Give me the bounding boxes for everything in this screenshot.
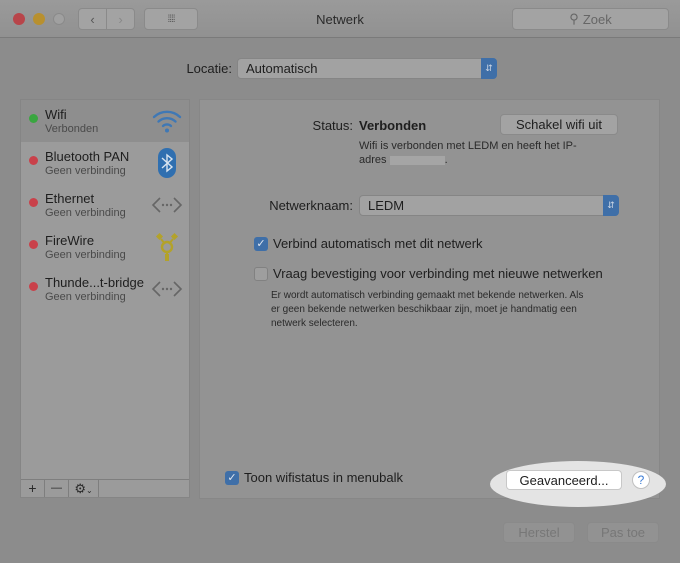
service-status: Geen verbinding	[45, 249, 126, 261]
thunderbolt-bridge-icon	[151, 274, 183, 304]
service-status: Geen verbinding	[45, 165, 126, 177]
service-name: Ethernet	[45, 191, 95, 206]
ethernet-icon	[151, 190, 183, 220]
show-wifi-status-checkbox[interactable]: ✓ Toon wifistatus in menubalk	[225, 470, 403, 485]
status-dot	[29, 198, 38, 207]
status-label: Status:	[312, 118, 353, 133]
advanced-button[interactable]: Geavanceerd...	[506, 470, 622, 490]
ask-to-join-label: Vraag bevestiging voor verbinding met ni…	[273, 266, 603, 281]
search-placeholder: Zoek	[582, 11, 612, 27]
stepper-icon: ⇵	[603, 195, 619, 216]
redacted-ip	[389, 155, 445, 165]
network-name-popup[interactable]: LEDM ⇵	[359, 195, 619, 216]
search-field[interactable]: ⚲ Zoek	[512, 8, 669, 30]
status-desc-line: adres	[359, 154, 387, 166]
status-description: Wifi is verbonden met LEDM en heeft het …	[359, 140, 577, 166]
service-item[interactable]: Thunde...t-bridge Geen verbinding	[21, 268, 189, 310]
title-bar: ‹ › ⁞⁞⁞⁞ Netwerk ⚲ Zoek	[0, 0, 680, 38]
service-status: Verbonden	[45, 123, 99, 135]
service-status: Geen verbinding	[45, 291, 126, 303]
stepper-icon: ⇵	[481, 58, 497, 79]
apply-button[interactable]: Pas toe	[587, 522, 659, 543]
action-menu-button[interactable]: ⚙⌄	[69, 480, 99, 497]
show-wifi-status-label: Toon wifistatus in menubalk	[244, 470, 403, 485]
status-dot	[29, 114, 38, 123]
status-dot	[29, 282, 38, 291]
help-button[interactable]: ?	[632, 471, 650, 489]
network-name-label: Netwerknaam:	[269, 198, 353, 213]
remove-service-button[interactable]: —	[45, 480, 69, 497]
service-status: Geen verbinding	[45, 207, 126, 219]
checkbox-box	[254, 266, 268, 281]
service-name: FireWire	[45, 233, 95, 248]
location-label: Locatie:	[186, 61, 232, 76]
service-item[interactable]: Bluetooth PAN Geen verbinding	[21, 142, 189, 184]
firewire-icon	[151, 232, 183, 262]
checkmark-icon: ✓	[254, 236, 268, 251]
network-name-value: LEDM	[368, 198, 405, 213]
service-name: Thunde...t-bridge	[45, 275, 145, 290]
location-popup[interactable]: Automatisch ⇵	[237, 58, 497, 79]
service-item[interactable]: Wifi Verbonden	[21, 100, 189, 142]
chevron-down-icon: ⌄	[85, 486, 93, 495]
add-service-button[interactable]: +	[21, 480, 45, 497]
location-value: Automatisch	[246, 61, 318, 76]
bluetooth-icon	[151, 148, 183, 178]
service-name: Bluetooth PAN	[45, 149, 130, 164]
ask-to-join-description: Er wordt automatisch verbinding gemaakt …	[271, 289, 583, 331]
status-value: Verbonden	[359, 118, 427, 133]
search-icon: ⚲	[569, 11, 579, 26]
desc-line: Er wordt automatisch verbinding gemaakt …	[271, 290, 584, 301]
checkmark-icon: ✓	[225, 470, 239, 485]
desc-line: netwerk selecteren.	[271, 318, 358, 329]
ask-to-join-checkbox[interactable]: Vraag bevestiging voor verbinding met ni…	[254, 266, 603, 281]
status-desc-line: Wifi is verbonden met LEDM en heeft het …	[359, 140, 577, 152]
service-item[interactable]: Ethernet Geen verbinding	[21, 184, 189, 226]
service-item[interactable]: FireWire Geen verbinding	[21, 226, 189, 268]
auto-connect-label: Verbind automatisch met dit netwerk	[273, 236, 483, 251]
revert-button[interactable]: Herstel	[503, 522, 575, 543]
status-dot	[29, 240, 38, 249]
gear-icon: ⚙	[74, 481, 86, 496]
auto-connect-checkbox[interactable]: ✓ Verbind automatisch met dit netwerk	[254, 236, 483, 251]
turn-wifi-off-button[interactable]: Schakel wifi uit	[500, 114, 618, 135]
service-list: Wifi Verbonden Bluetooth PAN Geen verbin…	[20, 99, 190, 498]
wifi-icon	[151, 106, 183, 136]
service-name: Wifi	[45, 107, 67, 122]
desc-line: er geen bekende netwerken beschikbaar zi…	[271, 304, 577, 315]
status-dot	[29, 156, 38, 165]
